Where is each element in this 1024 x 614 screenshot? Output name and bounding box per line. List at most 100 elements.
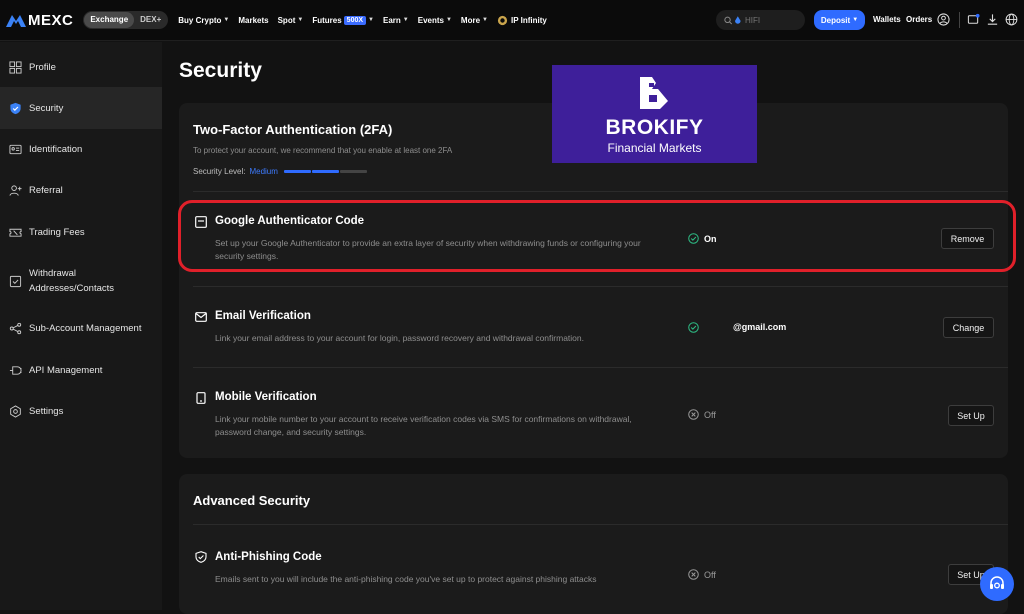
chevron-down-icon: ▼ — [445, 17, 452, 23]
sidebar-item-label: Trading Fees — [29, 226, 85, 238]
notification-icon[interactable] — [967, 13, 980, 26]
nav-earn[interactable]: Earn ▼ — [383, 16, 409, 25]
level-segment — [311, 170, 339, 173]
anti-phishing-status-text: Off — [704, 569, 716, 580]
referral-icon — [9, 184, 22, 196]
mexc-logo[interactable]: MEXC — [6, 12, 73, 29]
nav-futures[interactable]: Futures 500X ▼ — [312, 15, 374, 25]
email-status — [688, 322, 704, 333]
nav-markets[interactable]: Markets — [238, 16, 268, 25]
exchange-dex-switch: Exchange DEX+ — [83, 11, 169, 29]
nav-buy-crypto-label: Buy Crypto — [178, 15, 222, 25]
search-box[interactable] — [716, 10, 805, 30]
email-icon — [195, 312, 207, 322]
sidebar-item-label: Referral — [29, 184, 63, 196]
anti-phishing-description: Emails sent to you will include the anti… — [215, 574, 597, 584]
mode-exchange[interactable]: Exchange — [84, 12, 135, 28]
orders-link[interactable]: Orders — [906, 15, 932, 24]
security-level-value: Medium — [249, 167, 278, 176]
mobile-verification-title: Mobile Verification — [215, 391, 317, 403]
globe-icon[interactable] — [1005, 13, 1018, 26]
mode-dex[interactable]: DEX+ — [134, 12, 167, 28]
nav-ip-infinity[interactable]: IP Infinity — [497, 15, 547, 26]
nav-events-label: Events — [417, 15, 444, 25]
chevron-down-icon: ▼ — [297, 17, 304, 23]
chevron-down-icon: ▼ — [223, 17, 230, 23]
brokify-subtitle: Financial Markets — [607, 141, 702, 155]
nav-more[interactable]: More ▼ — [461, 16, 488, 25]
off-circle-icon — [688, 569, 699, 580]
nav-buy-crypto[interactable]: Buy Crypto ▼ — [178, 16, 229, 25]
divider — [193, 286, 1008, 287]
gear-icon — [10, 404, 21, 418]
chevron-down-icon: ▼ — [402, 17, 409, 23]
mobile-status: Off — [688, 409, 716, 420]
search-icon — [724, 16, 733, 24]
sidebar-item-label: Withdrawal Addresses/Contacts — [29, 268, 115, 294]
user-account-icon[interactable] — [937, 13, 950, 26]
advanced-security-title: Advanced Security — [193, 493, 311, 508]
mobile-phone-icon — [196, 392, 206, 404]
nav-spot-label: Spot — [277, 15, 296, 25]
sidebar-item-profile[interactable]: Profile — [0, 52, 162, 82]
support-chat-button[interactable] — [980, 567, 1014, 601]
divider — [193, 524, 1008, 525]
sidebar-item-security[interactable]: Security — [0, 87, 162, 129]
email-address: @gmail.com — [733, 322, 787, 332]
top-navbar: MEXC Exchange DEX+ Buy Crypto ▼ Markets S… — [0, 0, 1024, 41]
nav-futures-label: Futures — [312, 15, 342, 25]
headset-icon — [990, 576, 1004, 589]
sidebar-item-label: Security — [29, 102, 64, 114]
ticket-icon — [9, 228, 22, 237]
nav-earn-label: Earn — [382, 15, 401, 25]
mobile-status-text: Off — [704, 409, 716, 420]
sidebar-item-api[interactable]: API Management — [0, 355, 162, 385]
nav-spot[interactable]: Spot ▼ — [278, 16, 304, 25]
sidebar-item-label: API Management — [29, 364, 103, 376]
sidebar-item-label: Profile — [29, 61, 56, 73]
sidebar-item-sub-account[interactable]: Sub-Account Management — [0, 313, 162, 343]
security-level: Security Level: Medium — [193, 167, 368, 176]
ip-infinity-icon — [497, 15, 508, 25]
shield-check-icon — [195, 551, 207, 563]
divider — [193, 367, 1008, 368]
sidebar-item-referral[interactable]: Referral — [0, 175, 162, 205]
sidebar-item-identification[interactable]: Identification — [0, 134, 162, 164]
email-verification-title: Email Verification — [215, 310, 311, 322]
anti-phishing-title: Anti-Phishing Code — [215, 551, 322, 563]
deposit-label: Deposit — [820, 15, 851, 25]
sidebar-item-trading-fees[interactable]: Trading Fees — [0, 217, 162, 247]
sidebar-item-settings[interactable]: Settings — [0, 396, 162, 426]
divider — [193, 191, 1008, 192]
sub-account-icon — [9, 322, 22, 334]
mexc-logo-icon — [6, 15, 26, 27]
change-email-button[interactable]: Change — [943, 317, 994, 338]
advanced-security-card: Advanced Security Anti-Phishing Code Ema… — [179, 474, 1008, 614]
futures-500x-badge: 500X — [343, 15, 367, 25]
nav-more-label: More — [460, 15, 481, 25]
download-icon[interactable] — [986, 13, 999, 26]
brokify-name: BROKIFY — [605, 116, 704, 139]
address-book-icon — [9, 275, 22, 287]
email-verification-description: Link your email address to your account … — [215, 333, 584, 343]
id-card-icon — [9, 144, 22, 154]
deposit-button[interactable]: Deposit ▼ — [814, 10, 865, 30]
level-segment — [283, 170, 311, 173]
wallets-link[interactable]: Wallets — [873, 15, 901, 24]
search-input[interactable] — [745, 15, 805, 25]
chevron-down-icon: ▼ — [368, 17, 374, 23]
anti-phishing-status: Off — [688, 569, 716, 580]
sidebar-item-label: Settings — [29, 405, 64, 417]
shield-icon — [10, 102, 21, 114]
twofa-title: Two-Factor Authentication (2FA) — [193, 122, 393, 137]
logo-text: MEXC — [28, 11, 74, 29]
chevron-down-icon: ▼ — [482, 17, 488, 23]
nav-events[interactable]: Events ▼ — [418, 16, 452, 25]
security-level-bar — [283, 170, 368, 173]
security-level-label: Security Level: — [193, 167, 246, 176]
sidebar-item-label: Identification — [29, 143, 83, 155]
setup-mobile-button[interactable]: Set Up — [948, 405, 994, 426]
sidebar-item-withdrawal-addresses[interactable]: Withdrawal Addresses/Contacts — [0, 264, 162, 298]
brokify-logo-overlay: BROKIFY Financial Markets — [552, 65, 757, 163]
profile-icon — [9, 60, 22, 74]
